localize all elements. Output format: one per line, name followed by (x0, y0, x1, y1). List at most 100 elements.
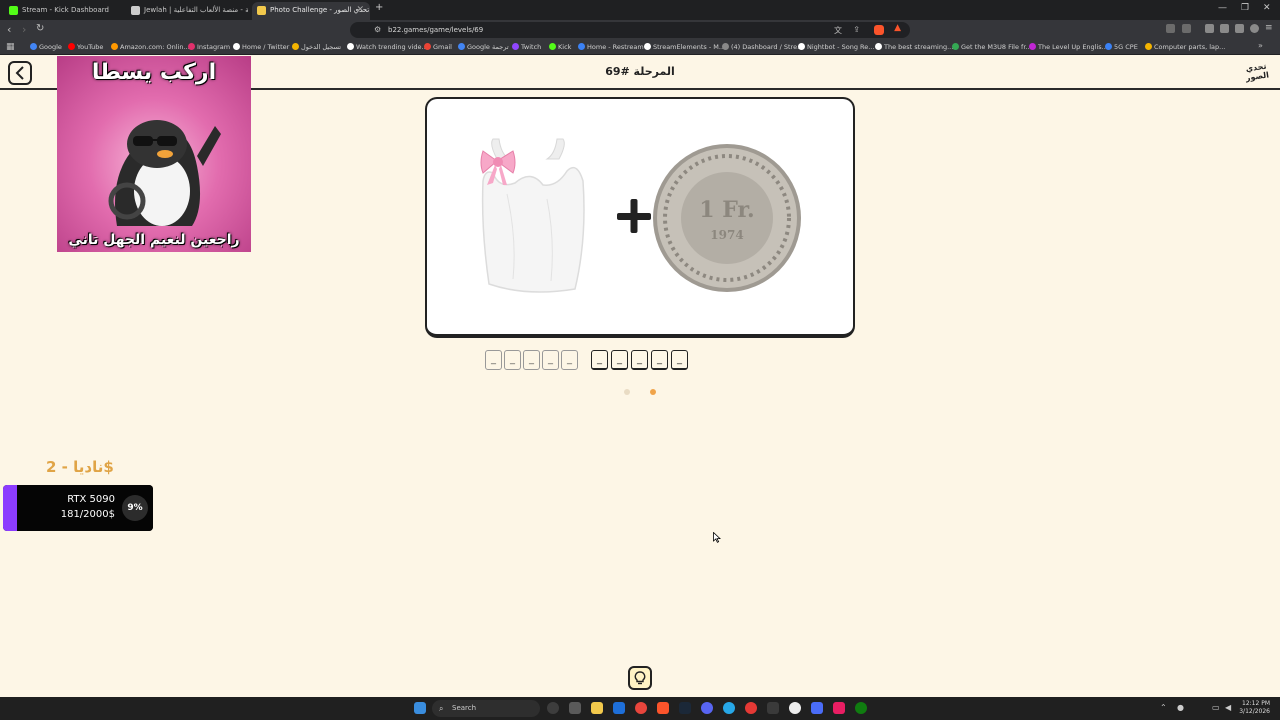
app-icon[interactable] (811, 702, 823, 714)
tab-search-icon[interactable] (1220, 24, 1229, 33)
streamelements-icon (644, 43, 651, 50)
microphone-icon[interactable]: ● (1177, 703, 1184, 712)
bookmark-restream[interactable]: Home - Restream (578, 40, 644, 54)
obs-icon[interactable] (789, 702, 801, 714)
bookmark-computer-parts[interactable]: Computer parts, lap... (1145, 40, 1225, 54)
bookmark-translate[interactable]: Google ترجمة (458, 40, 509, 54)
extension-icon[interactable] (1182, 24, 1191, 33)
goal-percent-badge: 9% (122, 495, 148, 521)
goal-name: RTX 5090 (67, 494, 115, 505)
bookmark-m3u8[interactable]: Get the M3U8 File fr... (952, 40, 1032, 54)
bookmark-dashboard[interactable]: (4) Dashboard / Stre... (722, 40, 803, 54)
browser-toolbar: ‹ › ↻ ▯ ⚙ b22.games/game/levels/69 文 ⇪ ▲… (0, 20, 1280, 40)
terminal-icon[interactable] (767, 702, 779, 714)
bookmark-amazon[interactable]: Amazon.com: Onlin... (111, 40, 190, 54)
answer-slot[interactable]: _ (611, 350, 628, 370)
close-tab-icon[interactable]: ✕ (356, 2, 364, 18)
bookmark-kick[interactable]: Kick (549, 40, 571, 54)
answer-slots: _ _ _ _ _ _ _ _ _ _ (0, 350, 1280, 372)
bookmark-label: (4) Dashboard / Stre... (731, 43, 804, 51)
hint-button[interactable] (628, 666, 652, 690)
tab-kick-dashboard[interactable]: Stream - Kick Dashboard (4, 2, 122, 20)
answer-slot[interactable]: _ (651, 350, 668, 370)
bookmark-twitch[interactable]: Twitch (512, 40, 541, 54)
address-bar[interactable]: ⚙ b22.games/game/levels/69 文 ⇪ ▲ (350, 22, 910, 38)
puzzle-image-card: 1 Fr. 1974 (425, 97, 855, 338)
close-window-icon[interactable]: ✕ (1263, 3, 1271, 13)
tab-photo-challenge[interactable]: Photo Challenge - تحدي الصور ✕ (252, 2, 370, 20)
vpn-icon[interactable] (1250, 24, 1259, 33)
instagram-icon (188, 43, 195, 50)
taskbar-clock[interactable]: 12:12 PM 3/12/2026 (1239, 700, 1270, 716)
menu-icon[interactable]: ≡ (1265, 23, 1273, 33)
brave-shields-icon[interactable] (874, 25, 884, 35)
site-info-icon[interactable]: ⚙ (374, 25, 381, 34)
windows-start-icon[interactable] (414, 702, 426, 714)
more-bookmarks-icon[interactable]: » (1258, 41, 1263, 50)
xbox-icon[interactable] (855, 702, 867, 714)
brave-rewards-icon[interactable]: ▲ (894, 23, 901, 33)
bookmark-level-up[interactable]: The Level Up Englis... (1029, 40, 1108, 54)
apps-grid-icon[interactable]: ▦ (6, 42, 15, 52)
page-dot-active[interactable] (650, 389, 656, 395)
tab-title: Photo Challenge - تحدي الصور (270, 6, 370, 14)
extension-icon[interactable] (1166, 24, 1175, 33)
tab-jewlah[interactable]: Jewlah | جولة - منصة الألعاب التفاعلية (126, 2, 248, 20)
m3u8-icon (952, 43, 959, 50)
volume-icon[interactable]: ◀ (1225, 703, 1231, 712)
brave-icon[interactable] (657, 702, 669, 714)
answer-slot[interactable]: _ (631, 350, 648, 370)
svg-text:1 Fr.: 1 Fr. (699, 197, 754, 223)
answer-slot[interactable]: _ (591, 350, 608, 370)
bookmark-label: Home - Restream (587, 43, 644, 51)
taskbar-search[interactable]: ⌕ Search (432, 700, 540, 717)
bookmark-label: The best streaming... (884, 43, 954, 51)
app-icon[interactable] (745, 702, 757, 714)
settings-icon[interactable] (569, 702, 581, 714)
app-icon[interactable] (833, 702, 845, 714)
telegram-icon[interactable] (723, 702, 735, 714)
answer-slot[interactable]: _ (561, 350, 578, 370)
wallet-icon[interactable] (1235, 24, 1244, 33)
discord-icon[interactable] (701, 702, 713, 714)
network-icon[interactable]: ▭ (1212, 703, 1220, 712)
back-nav-icon[interactable]: ‹ (7, 23, 11, 36)
restore-window-icon[interactable]: ❐ (1241, 3, 1249, 13)
bookmark-streamelements[interactable]: StreamElements - M... (644, 40, 725, 54)
sidebar-icon[interactable] (1205, 24, 1214, 33)
page-dot[interactable] (624, 389, 630, 395)
x-icon (233, 43, 240, 50)
bookmark-twitter[interactable]: Home / Twitter (233, 40, 289, 54)
bookmark-tiktok[interactable]: Watch trending vide... (347, 40, 428, 54)
bookmark-gmail[interactable]: Gmail (424, 40, 452, 54)
answer-slot[interactable]: _ (504, 350, 521, 370)
answer-slot[interactable]: _ (671, 350, 688, 370)
minimize-window-icon[interactable]: — (1218, 3, 1227, 13)
chrome-icon[interactable] (635, 702, 647, 714)
bookmark-google[interactable]: Google (30, 40, 62, 54)
reload-icon[interactable]: ↻ (36, 23, 44, 34)
bookmark-youtube[interactable]: YouTube (68, 40, 103, 54)
bookmark-label: Computer parts, lap... (1154, 43, 1226, 51)
site-logo[interactable]: تحدي الصور (1241, 61, 1274, 87)
tray-overflow-icon[interactable]: ⌃ (1160, 703, 1167, 712)
bookmark-5g-cpe[interactable]: 5G CPE (1105, 40, 1138, 54)
bookmark-streaming[interactable]: The best streaming... (875, 40, 953, 54)
url-text[interactable]: b22.games/game/levels/69 (388, 22, 483, 38)
back-button[interactable] (8, 61, 32, 85)
new-tab-button[interactable]: + (375, 2, 383, 13)
share-icon[interactable]: ⇪ (853, 25, 860, 34)
forward-nav-icon[interactable]: › (22, 23, 26, 36)
bookmark-instagram[interactable]: Instagram (188, 40, 230, 54)
answer-slot[interactable]: _ (542, 350, 559, 370)
answer-slot[interactable]: _ (523, 350, 540, 370)
answer-slot[interactable]: _ (485, 350, 502, 370)
bookmark-nightbot[interactable]: Nightbot - Song Re... (798, 40, 874, 54)
bookmark-label: YouTube (77, 43, 104, 51)
translate-icon[interactable]: 文 (834, 25, 842, 36)
file-explorer-icon[interactable] (591, 702, 603, 714)
steam-icon[interactable] (679, 702, 691, 714)
task-view-icon[interactable] (547, 702, 559, 714)
bookmark-login[interactable]: تسجيل الدخول (292, 40, 341, 54)
mail-icon[interactable] (613, 702, 625, 714)
